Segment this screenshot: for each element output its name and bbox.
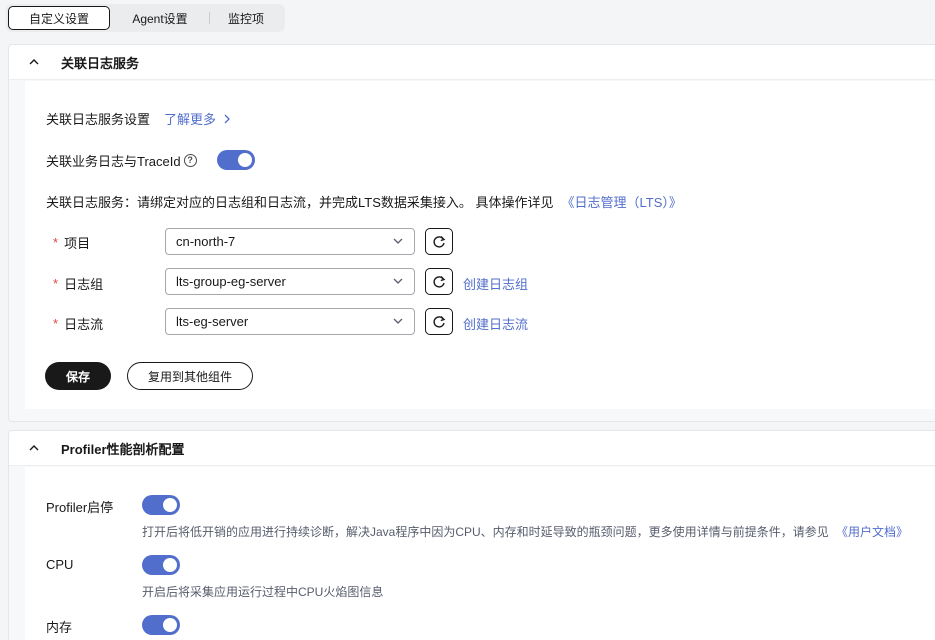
log-stream-label: * 日志流 [53,314,103,333]
memory-toggle[interactable] [142,615,180,635]
panel-title: Profiler性能剖析配置 [61,441,185,457]
trace-label: 关联业务日志与TraceId [46,153,181,169]
required-marker: * [53,276,59,291]
tab-custom-settings[interactable]: 自定义设置 [8,6,110,30]
tab-agent-settings[interactable]: Agent设置 [110,6,210,30]
log-stream-select-value: lts-eg-server [176,314,249,329]
profiler-panel-header[interactable]: Profiler性能剖析配置 [9,431,935,466]
log-service-panel: 关联日志服务 关联日志服务设置 了解更多 关联业务日志与TraceId ? 关联… [8,44,935,422]
tab-monitor-items[interactable]: 监控项 [210,6,282,30]
create-log-stream-link[interactable]: 创建日志流 [463,314,528,333]
project-label-text: 项目 [64,236,91,251]
trace-row: 关联业务日志与TraceId ? [46,150,255,170]
project-select[interactable]: cn-north-7 [165,228,415,255]
chevron-up-icon[interactable] [28,56,40,68]
memory-toggle-label: 内存 [46,620,73,635]
project-select-value: cn-north-7 [176,234,236,249]
create-log-group-link[interactable]: 创建日志组 [463,274,528,293]
toggle-knob [163,498,177,512]
log-group-label: * 日志组 [53,274,103,293]
save-button[interactable]: 保存 [45,362,111,390]
panel-title: 关联日志服务 [61,55,140,71]
profiler-description: 打开后将低开销的应用进行持续诊断，解决Java程序中因为CPU、内存和时延导致的… [142,523,908,540]
profiler-body: Profiler启停 打开后将低开销的应用进行持续诊断，解决Java程序中因为C… [25,467,935,640]
reuse-to-components-button[interactable]: 复用到其他组件 [127,362,253,390]
log-stream-select[interactable]: lts-eg-server [165,308,415,335]
settings-tabs: 自定义设置 Agent设置 监控项 [6,4,285,32]
log-service-panel-header[interactable]: 关联日志服务 [9,45,935,80]
chevron-down-icon [393,278,403,284]
required-marker: * [53,235,59,250]
log-description: 关联日志服务：请绑定对应的日志组和日志流，并完成LTS数据采集接入。 具体操作详… [46,195,554,210]
log-stream-label-text: 日志流 [64,317,104,332]
log-service-body: 关联日志服务设置 了解更多 关联业务日志与TraceId ? 关联日志服务：请绑… [25,81,935,409]
profiler-description-text: 打开后将低开销的应用进行持续诊断，解决Java程序中因为CPU、内存和时延导致的… [142,525,829,539]
log-group-select-value: lts-group-eg-server [176,274,286,289]
profiler-toggle-label: Profiler启停 [46,500,114,515]
cpu-description: 开启后将采集应用运行过程中CPU火焰图信息 [142,585,384,599]
refresh-icon [433,235,446,248]
log-stream-refresh-button[interactable] [425,308,453,335]
toggle-knob [163,618,177,632]
refresh-icon [433,275,446,288]
learn-more-link[interactable]: 了解更多 [164,109,231,128]
help-icon[interactable]: ? [183,153,197,167]
learn-more-text: 了解更多 [164,112,217,127]
lts-doc-link[interactable]: 《日志管理（LTS）》 [562,192,682,211]
toggle-knob [163,558,177,572]
chevron-right-icon [224,114,230,124]
project-label: * 项目 [53,233,90,252]
log-settings-row: 关联日志服务设置 了解更多 [46,109,231,128]
chevron-up-icon[interactable] [28,442,40,454]
chevron-down-icon [393,238,403,244]
profiler-panel: Profiler性能剖析配置 Profiler启停 打开后将低开销的应用进行持续… [8,430,935,640]
toggle-knob [237,153,252,167]
log-group-label-text: 日志组 [64,277,104,292]
log-group-select[interactable]: lts-group-eg-server [165,268,415,295]
log-settings-label: 关联日志服务设置 [46,112,151,127]
profiler-toggle[interactable] [142,495,180,515]
trace-toggle[interactable] [216,150,255,170]
cpu-toggle-label: CPU [46,557,74,572]
user-doc-link[interactable]: 《用户文档》 [836,525,908,539]
refresh-icon [433,315,446,328]
log-description-row: 关联日志服务：请绑定对应的日志组和日志流，并完成LTS数据采集接入。 具体操作详… [46,192,682,211]
chevron-down-icon [393,318,403,324]
project-refresh-button[interactable] [425,228,453,255]
cpu-toggle[interactable] [142,555,180,575]
required-marker: * [53,316,59,331]
log-group-refresh-button[interactable] [425,268,453,295]
